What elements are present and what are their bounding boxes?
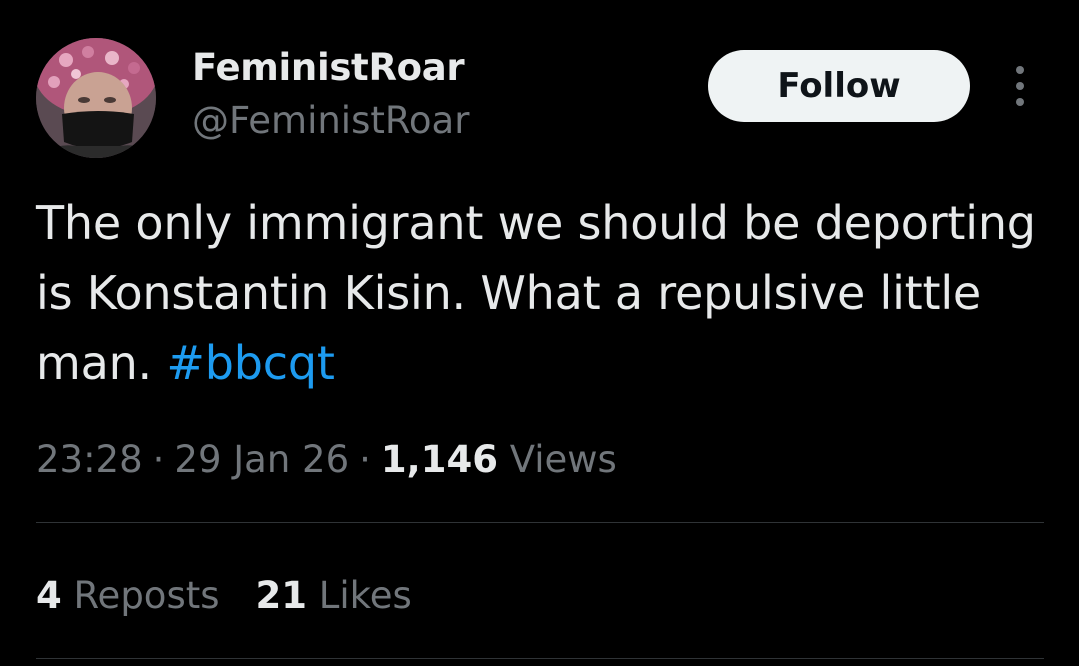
reposts-count: 4 [36, 574, 62, 617]
avatar-image [36, 38, 156, 158]
dot [1016, 82, 1024, 90]
divider [36, 522, 1044, 523]
reposts-stat[interactable]: 4 Reposts [36, 566, 220, 626]
views-count: 1,146 [380, 438, 498, 481]
separator: · [359, 438, 371, 481]
divider [36, 658, 1044, 659]
tweet-text: The only immigrant we should be deportin… [36, 188, 1036, 398]
likes-count: 21 [255, 574, 308, 617]
dot [1016, 98, 1024, 106]
likes-stat[interactable]: 21 Likes [256, 566, 412, 626]
separator: · [152, 438, 165, 481]
avatar[interactable] [36, 38, 156, 158]
views-label: Views [509, 438, 617, 481]
dot [1016, 66, 1024, 74]
tweet-date[interactable]: 29 Jan 26 [174, 438, 349, 481]
tweet-detail: FeministRoar @FeministRoar Follow The on… [0, 0, 1079, 666]
engagement-stats: 4 Reposts 21 Likes [36, 566, 448, 626]
hashtag-link[interactable]: #bbcqt [166, 336, 334, 390]
tweet-header: FeministRoar @FeministRoar Follow [36, 36, 1046, 160]
author-names: FeministRoar @FeministRoar [192, 44, 469, 146]
more-vertical-icon[interactable] [1006, 62, 1034, 110]
tweet-time[interactable]: 23:28 [36, 438, 143, 481]
author-display-name[interactable]: FeministRoar [192, 44, 469, 92]
author-handle[interactable]: @FeministRoar [192, 96, 469, 146]
tweet-meta: 23:28 · 29 Jan 26 · 1,146 Views [36, 430, 617, 490]
likes-label: Likes [318, 574, 412, 617]
reposts-label: Reposts [73, 574, 220, 617]
follow-button[interactable]: Follow [708, 50, 970, 122]
